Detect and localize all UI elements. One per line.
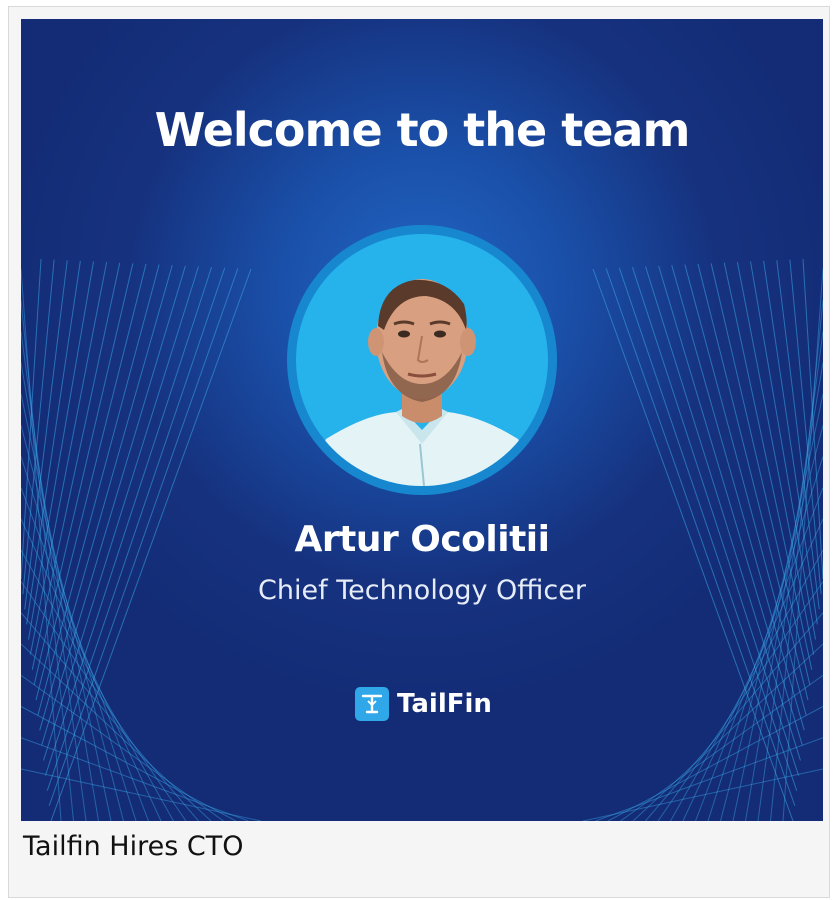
- welcome-banner-image: Welcome to the team Artur Ocolitii Chief…: [21, 19, 823, 821]
- person-name: Artur Ocolitii: [294, 519, 550, 560]
- banner-headline: Welcome to the team: [154, 103, 691, 157]
- person-portrait-illustration: [306, 279, 541, 486]
- brand-logo: TailFin: [355, 687, 492, 721]
- person-role: Chief Technology Officer: [258, 575, 586, 606]
- article-card[interactable]: Welcome to the team Artur Ocolitii Chief…: [8, 6, 830, 898]
- person-photo: [296, 234, 548, 486]
- tailfin-logo-icon: [355, 687, 389, 721]
- article-title-link[interactable]: Tailfin Hires CTO: [23, 831, 243, 862]
- avatar-ring: [287, 225, 557, 495]
- brand-name: TailFin: [397, 689, 492, 719]
